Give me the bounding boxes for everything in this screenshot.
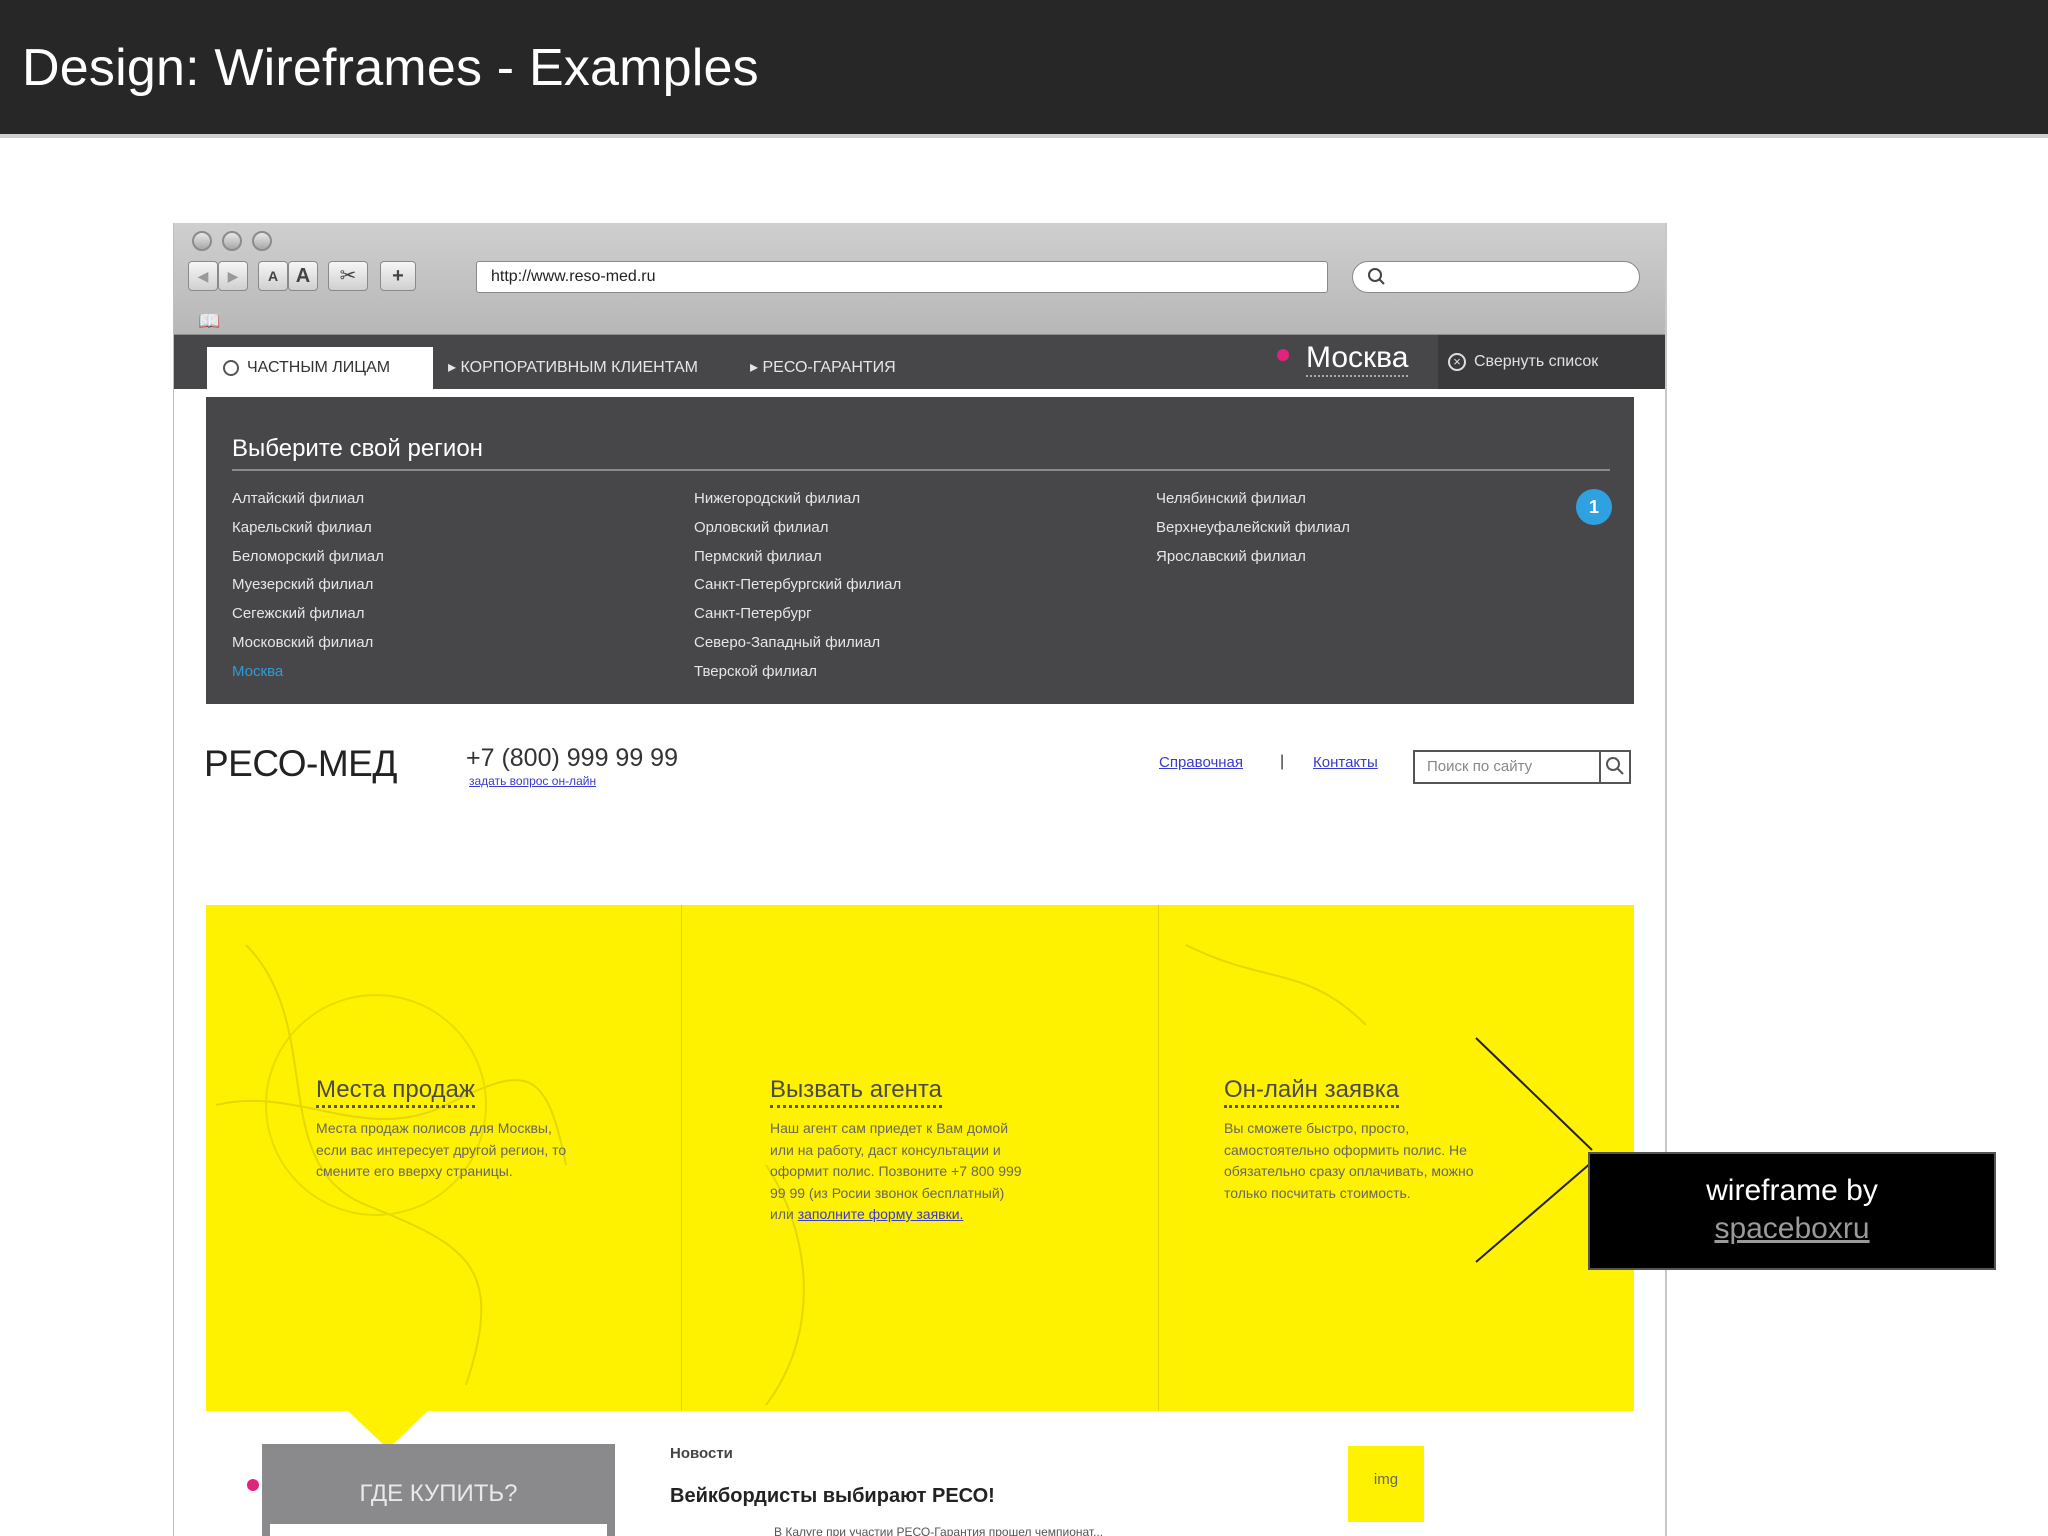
site-search-placeholder: Поиск по сайту bbox=[1427, 758, 1533, 775]
tab-reso-garantia[interactable]: ▸ РЕСО-ГАРАНТИЯ bbox=[750, 347, 896, 389]
add-bookmark-button[interactable]: + bbox=[380, 261, 416, 291]
close-window-icon[interactable] bbox=[192, 231, 212, 251]
tab-label: ЧАСТНЫМ ЛИЦАМ bbox=[247, 359, 391, 376]
where-to-buy-label: ГДЕ КУПИТЬ? bbox=[359, 1480, 518, 1507]
where-to-buy-button[interactable]: ГДЕ КУПИТЬ? bbox=[262, 1444, 615, 1536]
chevron-circle-icon bbox=[223, 359, 239, 376]
promo-divider bbox=[1158, 905, 1159, 1411]
region-link[interactable]: Челябинский филиал bbox=[1156, 485, 1350, 514]
promo-title[interactable]: Он-лайн заявка bbox=[1224, 1075, 1400, 1108]
news-section-label: Новости bbox=[670, 1445, 733, 1462]
promo-call-agent: Вызвать агента Наш агент сам приедет к В… bbox=[770, 1075, 1032, 1226]
arrow-icon: ▸ bbox=[448, 359, 461, 376]
region-link-active[interactable]: Москва bbox=[232, 658, 384, 687]
request-form-link[interactable]: заполните форму заявки. bbox=[798, 1206, 964, 1222]
address-bar[interactable]: http://www.reso-med.ru bbox=[476, 261, 1328, 293]
site-logo[interactable]: РЕСО-МЕД bbox=[204, 743, 397, 785]
promo-text: Наш агент сам приедет к Вам домой или на… bbox=[770, 1118, 1032, 1226]
close-circle-icon: × bbox=[1448, 352, 1466, 371]
region-link[interactable]: Ярославский филиал bbox=[1156, 543, 1350, 572]
region-column-2: Нижегородский филиал Орловский филиал Пе… bbox=[694, 485, 901, 687]
tab-private-persons[interactable]: ЧАСТНЫМ ЛИЦАМ bbox=[207, 347, 433, 389]
region-panel: Выберите свой регион Алтайский филиал Ка… bbox=[206, 389, 1634, 704]
forward-button[interactable]: ▶ bbox=[218, 261, 248, 291]
search-icon[interactable] bbox=[1599, 752, 1629, 782]
promo-title[interactable]: Места продаж bbox=[316, 1075, 475, 1108]
region-link[interactable]: Пермский филиал bbox=[694, 543, 901, 572]
text-smaller-button[interactable]: A bbox=[258, 261, 288, 291]
notification-badge: 1 bbox=[1576, 489, 1612, 525]
maximize-window-icon[interactable] bbox=[252, 231, 272, 251]
news-headline[interactable]: Вейкбордисты выбирают РЕСО! bbox=[670, 1485, 995, 1508]
slide-header: Design: Wireframes - Examples bbox=[0, 0, 2048, 138]
region-divider bbox=[232, 469, 1610, 471]
tab-label: РЕСО-ГАРАНТИЯ bbox=[762, 359, 896, 376]
slide-title: Design: Wireframes - Examples bbox=[22, 39, 759, 97]
tab-corporate[interactable]: ▸ КОРПОРАТИВНЫМ КЛИЕНТАМ bbox=[448, 347, 698, 389]
browser-search-field[interactable] bbox=[1352, 261, 1640, 293]
city-selector[interactable]: Москва bbox=[1306, 341, 1409, 377]
location-dot-icon bbox=[247, 1479, 259, 1491]
news-excerpt: В Калуге при участии РЕСО-Гарантия проше… bbox=[774, 1525, 1104, 1536]
bookmarks-icon[interactable]: 📖 bbox=[198, 311, 220, 332]
region-link[interactable]: Беломорский филиал bbox=[232, 543, 384, 572]
where-to-buy-field bbox=[270, 1524, 607, 1536]
region-link[interactable]: Московский филиал bbox=[232, 629, 384, 658]
region-title: Выберите свой регион bbox=[232, 435, 483, 462]
region-link[interactable]: Нижегородский филиал bbox=[694, 485, 901, 514]
region-column-3: Челябинский филиал Верхнеуфалейский фили… bbox=[1156, 485, 1350, 571]
back-button[interactable]: ◀ bbox=[188, 261, 218, 291]
tab-label: КОРПОРАТИВНЫМ КЛИЕНТАМ bbox=[460, 359, 698, 376]
search-icon bbox=[1368, 268, 1385, 285]
link-separator: | bbox=[1280, 753, 1285, 770]
region-link[interactable]: Сегежский филиал bbox=[232, 600, 384, 629]
promo-divider bbox=[681, 905, 682, 1411]
ask-question-link[interactable]: задать вопрос он-лайн bbox=[469, 774, 596, 788]
site-search-input[interactable]: Поиск по сайту bbox=[1413, 750, 1631, 784]
promo-sales-points: Места продаж Места продаж полисов для Мо… bbox=[316, 1075, 578, 1183]
promo-text: Вы сможете быстро, просто, самостоятельн… bbox=[1224, 1120, 1474, 1201]
collapse-list-button[interactable]: × Свернуть список bbox=[1438, 335, 1665, 389]
attribution-callout: wireframe by spaceboxru bbox=[1588, 1152, 1996, 1270]
region-link[interactable]: Алтайский филиал bbox=[232, 485, 384, 514]
region-link[interactable]: Санкт-Петербург bbox=[694, 600, 901, 629]
attribution-text: wireframe by bbox=[1706, 1174, 1878, 1207]
browser-window: ◀ ▶ A A ✂ + http://www.reso-med.ru 📖 ЧАС… bbox=[173, 223, 1667, 1536]
browser-chrome: ◀ ▶ A A ✂ + http://www.reso-med.ru 📖 bbox=[174, 223, 1665, 335]
promo-title[interactable]: Вызвать агента bbox=[770, 1075, 942, 1108]
news-image-placeholder: img bbox=[1348, 1446, 1424, 1522]
minimize-window-icon[interactable] bbox=[222, 231, 242, 251]
phone-number: +7 (800) 999 99 99 bbox=[466, 744, 678, 772]
arrow-icon: ▸ bbox=[750, 359, 763, 376]
region-link[interactable]: Карельский филиал bbox=[232, 514, 384, 543]
promo-online-request: Он-лайн заявка Вы сможете быстро, просто… bbox=[1224, 1075, 1486, 1204]
region-link[interactable]: Санкт-Петербургский филиал bbox=[694, 571, 901, 600]
collapse-label: Свернуть список bbox=[1474, 353, 1599, 370]
region-link[interactable]: Верхнеуфалейский филиал bbox=[1156, 514, 1350, 543]
region-link[interactable]: Муезерский филиал bbox=[232, 571, 384, 600]
region-link[interactable]: Северо-Западный филиал bbox=[694, 629, 901, 658]
contacts-link[interactable]: Контакты bbox=[1313, 754, 1378, 771]
region-link[interactable]: Орловский филиал bbox=[694, 514, 901, 543]
promo-text: Места продаж полисов для Москвы, если ва… bbox=[316, 1120, 567, 1179]
location-dot-icon bbox=[1277, 349, 1289, 361]
snip-button[interactable]: ✂ bbox=[328, 261, 368, 291]
region-link[interactable]: Тверской филиал bbox=[694, 658, 901, 687]
attribution-link[interactable]: spaceboxru bbox=[1590, 1212, 1994, 1246]
help-link[interactable]: Справочная bbox=[1159, 754, 1243, 771]
promo-banner: Места продаж Места продаж полисов для Мо… bbox=[206, 905, 1634, 1411]
text-larger-button[interactable]: A bbox=[288, 261, 318, 291]
region-column-1: Алтайский филиал Карельский филиал Белом… bbox=[232, 485, 384, 687]
